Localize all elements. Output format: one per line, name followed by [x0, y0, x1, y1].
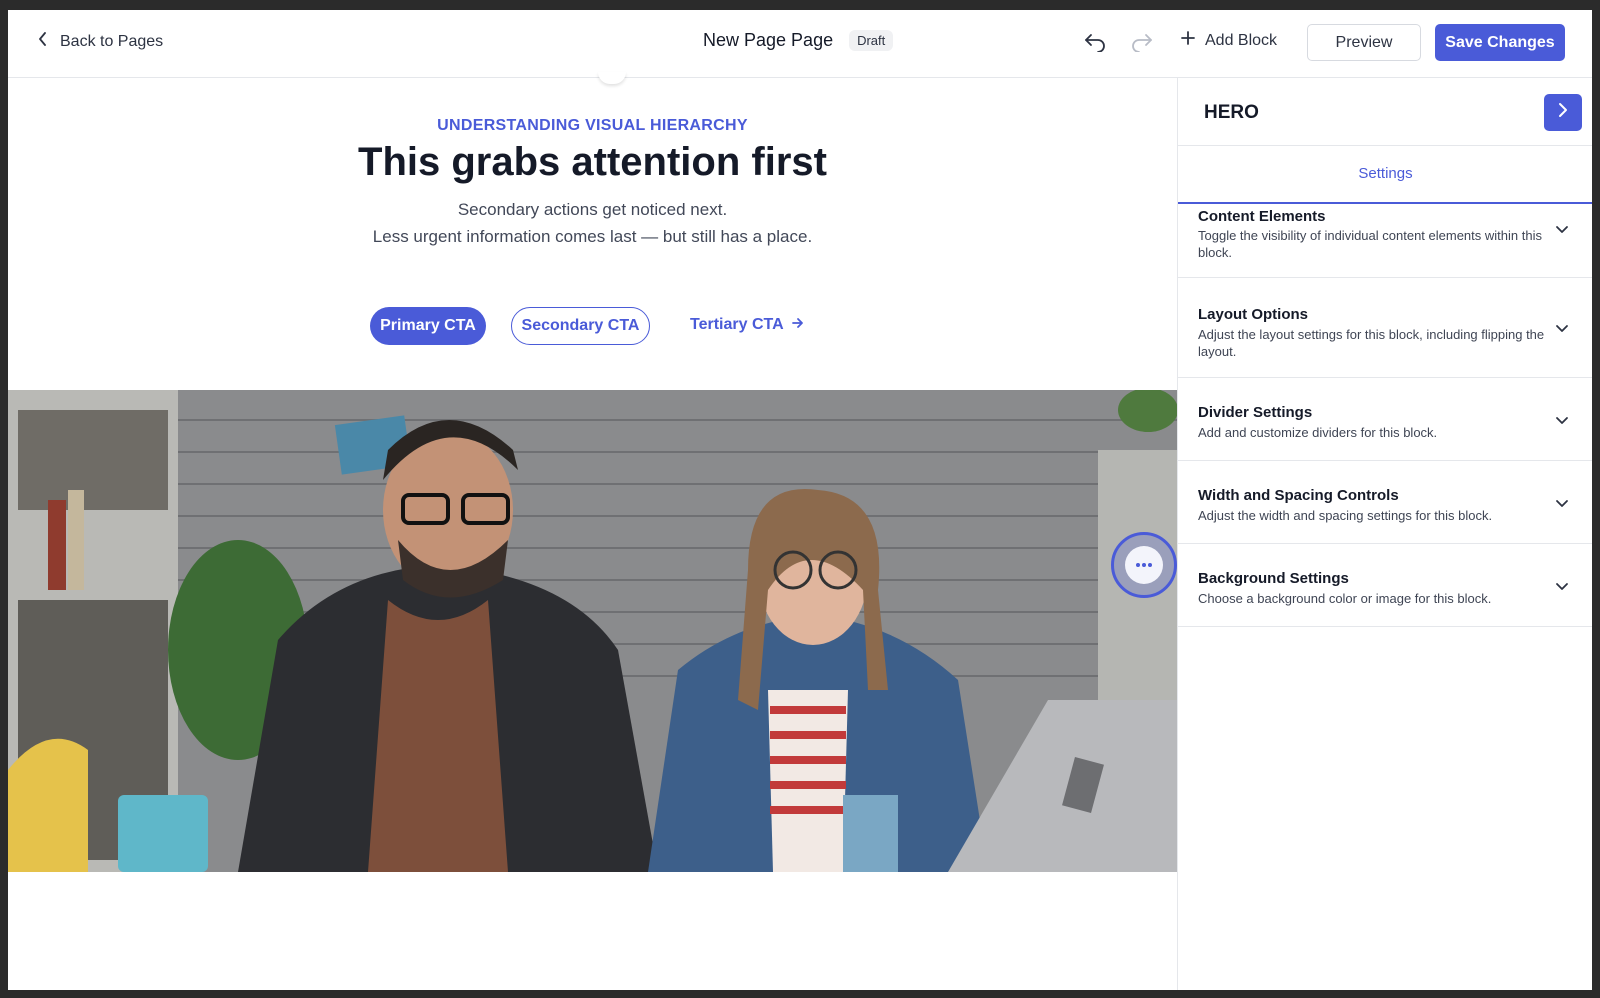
panel-description: Toggle the visibility of individual cont…: [1198, 228, 1542, 260]
chevron-right-icon: [1558, 102, 1568, 123]
tertiary-cta-label: Tertiary CTA: [690, 316, 784, 333]
undo-icon: [1084, 32, 1106, 57]
panel-divider-settings[interactable]: Divider Settings Add and customize divid…: [1178, 378, 1592, 461]
secondary-cta-button[interactable]: Secondary CTA: [511, 307, 650, 345]
page-title: New Page Page: [703, 30, 834, 50]
hero-subline-1[interactable]: Secondary actions get noticed next.: [8, 200, 1177, 220]
sidebar-header: HERO: [1178, 78, 1592, 146]
panel-title: Divider Settings: [1198, 404, 1313, 421]
block-drag-handle[interactable]: [598, 72, 626, 84]
settings-sidebar: HERO Settings Content Elements Toggle th…: [1177, 78, 1592, 990]
arrow-right-icon: [791, 316, 804, 334]
chevron-down-icon: [1555, 321, 1569, 335]
sidebar-title: HERO: [1204, 102, 1259, 123]
panel-title: Background Settings: [1198, 570, 1349, 587]
plus-icon: [1181, 31, 1195, 50]
block-options-button[interactable]: [1111, 532, 1177, 598]
chevron-down-icon: [1555, 222, 1569, 236]
status-badge: Draft: [849, 30, 894, 51]
panel-title: Layout Options: [1198, 306, 1308, 323]
panel-background-settings[interactable]: Background Settings Choose a background …: [1178, 544, 1592, 627]
collapse-sidebar-button[interactable]: [1544, 94, 1582, 131]
primary-cta-button[interactable]: Primary CTA: [370, 307, 486, 345]
panel-description: Adjust the layout settings for this bloc…: [1198, 327, 1545, 359]
tertiary-cta-link[interactable]: Tertiary CTA: [690, 316, 804, 334]
page-title-group: New Page Page Draft: [703, 30, 894, 51]
tab-settings[interactable]: Settings: [1178, 146, 1592, 204]
more-horizontal-icon: [1125, 546, 1163, 584]
preview-button[interactable]: Preview: [1307, 24, 1421, 61]
back-link-label: Back to Pages: [60, 32, 164, 50]
hero-eyebrow[interactable]: UNDERSTANDING VISUAL HIERARCHY: [8, 117, 1177, 135]
hero-headline[interactable]: This grabs attention first: [8, 140, 1177, 185]
chevron-down-icon: [1555, 413, 1569, 427]
cta-row: Primary CTA Secondary CTA Tertiary CTA: [8, 307, 1177, 347]
app-window: Back to Pages New Page Page Draft Add Bl…: [8, 10, 1592, 990]
hero-subline-2[interactable]: Less urgent information comes last — but…: [8, 227, 1177, 247]
panel-width-spacing[interactable]: Width and Spacing Controls Adjust the wi…: [1178, 461, 1592, 544]
back-to-pages-link[interactable]: Back to Pages: [38, 32, 163, 51]
top-bar: Back to Pages New Page Page Draft Add Bl…: [8, 10, 1592, 78]
undo-button[interactable]: [1081, 30, 1109, 58]
page-canvas: UNDERSTANDING VISUAL HIERARCHY This grab…: [8, 72, 1177, 990]
save-changes-button[interactable]: Save Changes: [1435, 24, 1565, 61]
chevron-left-icon: [38, 32, 48, 51]
panel-content-elements[interactable]: Content Elements Toggle the visibility o…: [1178, 206, 1592, 278]
hero-image[interactable]: [8, 390, 1177, 872]
redo-icon: [1131, 32, 1153, 57]
panel-title: Width and Spacing Controls: [1198, 487, 1399, 504]
add-block-label: Add Block: [1205, 31, 1278, 49]
panel-description: Adjust the width and spacing settings fo…: [1198, 508, 1493, 523]
panel-layout-options[interactable]: Layout Options Adjust the layout setting…: [1178, 278, 1592, 378]
panel-description: Add and customize dividers for this bloc…: [1198, 425, 1438, 440]
chevron-down-icon: [1555, 579, 1569, 593]
panel-description: Choose a background color or image for t…: [1198, 591, 1492, 606]
add-block-button[interactable]: Add Block: [1181, 31, 1277, 50]
panel-title: Content Elements: [1198, 208, 1326, 225]
redo-button[interactable]: [1128, 30, 1156, 58]
chevron-down-icon: [1555, 496, 1569, 510]
